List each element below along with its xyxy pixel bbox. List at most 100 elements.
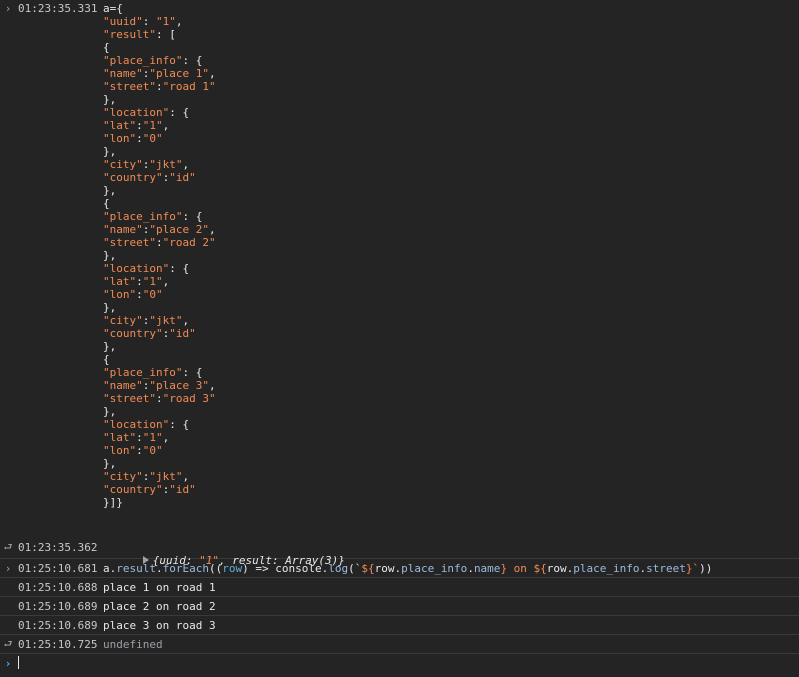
code-line: "uuid": "1", <box>103 15 216 28</box>
code-token: "jkt" <box>149 470 183 483</box>
code-line: "lat":"1", <box>103 119 216 132</box>
code-token: : <box>155 80 163 93</box>
code-token: "jkt" <box>149 158 183 171</box>
code-line: "place_info": { <box>103 366 216 379</box>
code-token: ${ <box>361 562 375 575</box>
code-token: }, <box>103 405 117 418</box>
code-token: a. <box>103 562 117 575</box>
code-token: "place 3" <box>149 379 209 392</box>
code-token: "country" <box>103 483 163 496</box>
code-token: "place_info" <box>103 366 183 379</box>
code-line: }, <box>103 301 216 314</box>
code-token: "id" <box>169 327 196 340</box>
console-log-entry: 01:25:10.688 place 1 on road 1 <box>0 578 799 597</box>
code-line: "country":"id" <box>103 483 216 496</box>
console-input-entry: › 01:23:35.331 a={"uuid": "1", "result": … <box>0 2 799 536</box>
code-token: : <box>136 119 143 132</box>
code-line: { <box>103 353 216 366</box>
code-token: "lat" <box>103 431 137 444</box>
code-token: }, <box>103 145 117 158</box>
code-token: "lon" <box>103 288 137 301</box>
code-token: : <box>155 392 163 405</box>
code-token: )) <box>699 562 713 575</box>
code-token: "street" <box>103 80 156 93</box>
code-token: }, <box>103 249 117 262</box>
timestamp: 01:25:10.689 <box>18 600 98 613</box>
chevron-right-icon: › <box>4 2 12 15</box>
code-token: "1" <box>156 15 176 28</box>
console-panel: › 01:23:35.331 a={"uuid": "1", "result": … <box>0 0 799 677</box>
code-token: }, <box>103 340 117 353</box>
console-prompt[interactable]: › <box>0 654 799 676</box>
code-token: "lat" <box>103 275 137 288</box>
code-token: "name" <box>103 67 143 80</box>
code-line: }, <box>103 340 216 353</box>
code-token: , <box>162 119 170 132</box>
code-line: }, <box>103 405 216 418</box>
code-line: }, <box>103 184 216 197</box>
code-line: a={ <box>103 2 216 15</box>
prompt-chevron-icon: › <box>4 657 12 670</box>
code-token: } on ${ <box>500 562 547 575</box>
code-token: "city" <box>103 314 143 327</box>
code-token: }]} <box>103 496 123 509</box>
code-token: place_info <box>401 562 468 575</box>
code-token: forEach <box>162 562 209 575</box>
code-token: "country" <box>103 171 163 184</box>
code-line: "place_info": { <box>103 210 216 223</box>
code-token: : { <box>169 418 190 431</box>
code-token: "road 2" <box>162 236 216 249</box>
result-value: undefined <box>103 638 163 651</box>
code-token: : { <box>169 262 190 275</box>
code-token: row. <box>546 562 574 575</box>
return-arrow-icon: ⮐ <box>3 639 13 650</box>
code-line: "result": [ <box>103 28 216 41</box>
code-token: "jkt" <box>149 314 183 327</box>
code-line: "name":"place 1", <box>103 67 216 80</box>
code-token: : <box>136 275 143 288</box>
timestamp: 01:25:10.725 <box>18 638 98 651</box>
code-token: "lon" <box>103 444 137 457</box>
console-input-entry: › 01:25:10.681 a.result.forEach((row) =>… <box>0 559 799 578</box>
code-token: "lat" <box>103 119 137 132</box>
log-message: place 2 on road 2 <box>103 600 216 613</box>
code-line: "location": { <box>103 106 216 119</box>
code-token: "street" <box>103 392 156 405</box>
code-line: "street":"road 1" <box>103 80 216 93</box>
code-token: : { <box>182 54 203 67</box>
code-token: "place_info" <box>103 54 183 67</box>
code-token: "place 1" <box>149 67 209 80</box>
chevron-right-icon: › <box>4 562 12 575</box>
code-token: row. <box>374 562 402 575</box>
code-token: a={ <box>103 2 123 15</box>
console-result-entry: ⮐ 01:23:35.362 {uuid: "1", result: Array… <box>0 540 799 567</box>
code-line: "location": { <box>103 418 216 431</box>
code-line: "lat":"1", <box>103 431 216 444</box>
code-line: "city":"jkt", <box>103 314 216 327</box>
code-token: "location" <box>103 106 170 119</box>
timestamp: 01:23:35.362 <box>18 541 98 554</box>
code-line: }, <box>103 457 216 470</box>
code-token: "location" <box>103 262 170 275</box>
code-line: "country":"id" <box>103 171 216 184</box>
code-token: : <box>142 15 156 28</box>
code-token: "1" <box>142 119 163 132</box>
code-token: . <box>156 562 163 575</box>
code-token: "location" <box>103 418 170 431</box>
code-token: "id" <box>169 483 196 496</box>
code-token: "city" <box>103 158 143 171</box>
code-line: "lon":"0" <box>103 444 216 457</box>
code-token: "id" <box>169 171 196 184</box>
code-token: "road 3" <box>162 392 216 405</box>
console-log-entry: 01:25:10.689 place 2 on road 2 <box>0 597 799 616</box>
code-line: { <box>103 41 216 54</box>
code-line: "lon":"0" <box>103 132 216 145</box>
code-token: , <box>208 67 216 80</box>
code-token: "1" <box>142 431 163 444</box>
code-token: "road 1" <box>162 80 216 93</box>
code-token: , <box>208 379 216 392</box>
prompt-input-caret[interactable] <box>18 656 19 669</box>
code-line: }, <box>103 249 216 262</box>
code-line: "place_info": { <box>103 54 216 67</box>
code-token: "0" <box>142 132 163 145</box>
